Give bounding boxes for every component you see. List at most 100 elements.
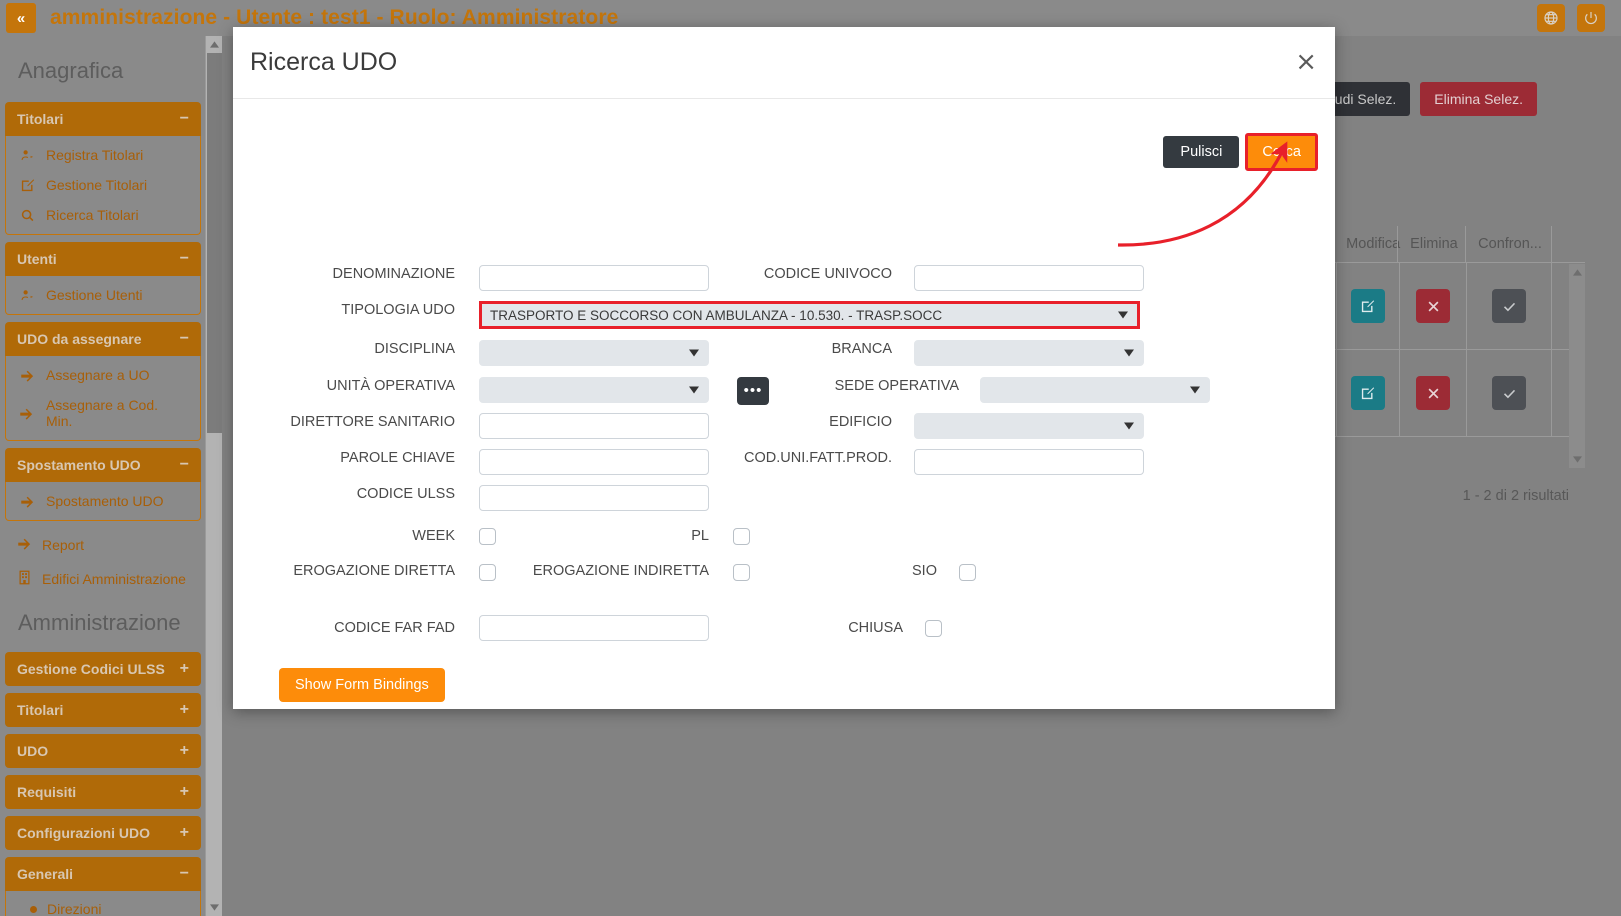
modal-top-buttons: Pulisci Cerca: [1163, 136, 1315, 168]
arrow-right-icon: [18, 494, 36, 509]
table-scrollbar[interactable]: [1569, 264, 1585, 468]
close-x-icon[interactable]: [1416, 376, 1450, 410]
edificio-select[interactable]: [914, 413, 1144, 439]
codice-far-fad-input[interactable]: [479, 615, 709, 641]
pl-checkbox[interactable]: [733, 528, 750, 545]
minus-icon: −: [180, 250, 189, 268]
scroll-up-icon[interactable]: [206, 36, 223, 53]
close-icon[interactable]: ×: [1295, 49, 1317, 75]
tipologia-udo-select[interactable]: TRASPORTO E SOCCORSO CON AMBULANZA - 10.…: [479, 301, 1140, 329]
sidebar-scrollbar-thumb[interactable]: [207, 53, 222, 433]
chevron-down-icon: [1124, 350, 1134, 357]
sidebar-item-assegnare-a-cod-min[interactable]: Assegnare a Cod. Min.: [6, 390, 200, 436]
sidebar-item-ricerca-titolari[interactable]: Ricerca Titolari: [6, 200, 200, 230]
sidebar-group-label: Spostamento UDO: [17, 457, 141, 473]
denominazione-label: DENOMINAZIONE: [280, 265, 455, 283]
sidebar-item-assegnare-a-uo[interactable]: Assegnare a UO: [6, 360, 200, 390]
sidebar-group-label: UDO: [17, 743, 48, 759]
arrow-right-icon: [18, 368, 36, 383]
sidebar-item-label: Edifici Amministrazione: [42, 571, 186, 587]
sidebar-group-utenti: Utenti − Gestione Utenti: [5, 242, 201, 315]
cerca-button[interactable]: Cerca: [1245, 133, 1318, 171]
sidebar-item-registra-titolari[interactable]: Registra Titolari: [6, 140, 200, 170]
sio-checkbox[interactable]: [959, 564, 976, 581]
parole-chiave-input[interactable]: [479, 449, 709, 475]
sidebar-group-label: Titolari: [17, 702, 63, 718]
cod-uni-fatt-prod-input[interactable]: [914, 449, 1144, 475]
show-form-bindings-button[interactable]: Show Form Bindings: [279, 668, 445, 702]
minus-icon: −: [180, 330, 189, 348]
sidebar-group-label: Configurazioni UDO: [17, 825, 150, 841]
scroll-down-icon[interactable]: [1569, 451, 1586, 468]
sidebar-item-gestione-titolari[interactable]: Gestione Titolari: [6, 170, 200, 200]
sidebar-group-titolari: Titolari − Registra Titolari Gestione Ti…: [5, 102, 201, 235]
sede-operativa-select[interactable]: [980, 377, 1210, 403]
table-header-modifica: Modifica: [1333, 226, 1397, 262]
codice-univoco-input[interactable]: [914, 265, 1144, 291]
sidebar-group-header-admin-titolari[interactable]: Titolari +: [5, 693, 201, 727]
table-cell-modifica: [1336, 350, 1399, 436]
scroll-down-icon[interactable]: [206, 899, 223, 916]
sidebar-item-report[interactable]: Report: [0, 528, 206, 562]
arrow-right-icon: [17, 536, 32, 554]
sidebar-group-admin-titolari: Titolari +: [5, 693, 201, 727]
unita-operativa-select[interactable]: [479, 377, 709, 403]
search-icon: [18, 208, 36, 223]
edit-square-icon[interactable]: [1351, 289, 1385, 323]
sidebar-group-header-generali[interactable]: Generali −: [5, 857, 201, 891]
sidebar-item-edifici-amministrazione[interactable]: Edifici Amministrazione: [0, 562, 206, 596]
sidebar-item-direzioni[interactable]: Direzioni: [6, 895, 200, 916]
edit-square-icon[interactable]: [1351, 376, 1385, 410]
sidebar-group-header-udo-da-assegnare[interactable]: UDO da assegnare −: [5, 322, 201, 356]
globe-icon[interactable]: [1537, 4, 1565, 32]
close-x-icon[interactable]: [1416, 289, 1450, 323]
disciplina-select[interactable]: [479, 340, 709, 366]
sidebar-group-header-titolari[interactable]: Titolari −: [5, 102, 201, 136]
sidebar-group-header-gestione-codici-ulss[interactable]: Gestione Codici ULSS +: [5, 652, 201, 686]
check-icon[interactable]: [1492, 376, 1526, 410]
modal-body: Pulisci Cerca DENOMINAZIONE CODICE UNIVO…: [233, 99, 1335, 709]
sidebar-item-label: Direzioni: [47, 901, 101, 916]
table-cell-confronta: [1466, 263, 1551, 349]
sidebar-item-spostamento-udo[interactable]: Spostamento UDO: [6, 486, 200, 516]
check-icon[interactable]: [1492, 289, 1526, 323]
sidebar-item-gestione-utenti[interactable]: Gestione Utenti: [6, 280, 200, 310]
sidebar-group-body-udo-da-assegnare: Assegnare a UO Assegnare a Cod. Min.: [5, 356, 201, 441]
chevron-down-icon: [1190, 387, 1200, 394]
chevron-down-icon: [689, 350, 699, 357]
denominazione-input[interactable]: [479, 265, 709, 291]
edificio-label: EDIFICIO: [742, 413, 892, 431]
sidebar-collapse-button[interactable]: «: [6, 3, 36, 33]
elimina-selez-button[interactable]: Elimina Selez.: [1420, 82, 1537, 116]
sidebar-group-spostamento-udo: Spostamento UDO − Spostamento UDO: [5, 448, 201, 521]
background-action-buttons: Chiudi Selez. Elimina Selez.: [1300, 82, 1537, 116]
ricerca-udo-modal: Ricerca UDO × Pulisci Cerca DENOMINAZION…: [233, 27, 1335, 709]
cod-uni-fatt-prod-label: COD.UNI.FATT.PROD.: [742, 449, 892, 467]
sidebar-group-body-spostamento-udo: Spostamento UDO: [5, 482, 201, 521]
sidebar-item-label: Report: [42, 537, 84, 553]
unita-operativa-picker-button[interactable]: •••: [737, 377, 769, 405]
sidebar-group-admin-udo: UDO +: [5, 734, 201, 768]
branca-select[interactable]: [914, 340, 1144, 366]
chiusa-checkbox[interactable]: [925, 620, 942, 637]
week-checkbox[interactable]: [479, 528, 496, 545]
parole-chiave-label: PAROLE CHIAVE: [280, 449, 455, 467]
sidebar-group-body-generali: Direzioni: [5, 891, 201, 916]
scroll-up-icon[interactable]: [1569, 264, 1586, 281]
sidebar-group-header-utenti[interactable]: Utenti −: [5, 242, 201, 276]
sidebar-scrollbar[interactable]: [205, 36, 222, 916]
direttore-sanitario-input[interactable]: [479, 413, 709, 439]
results-count: 1 - 2 di 2 risultati: [1463, 488, 1569, 504]
codice-ulss-input[interactable]: [479, 485, 709, 511]
sidebar-item-label: Registra Titolari: [46, 147, 143, 163]
sidebar-group-header-admin-udo[interactable]: UDO +: [5, 734, 201, 768]
chevron-down-icon: [1124, 423, 1134, 430]
sidebar-group-header-configurazioni-udo[interactable]: Configurazioni UDO +: [5, 816, 201, 850]
erogazione-indiretta-checkbox[interactable]: [733, 564, 750, 581]
sidebar-group-header-spostamento-udo[interactable]: Spostamento UDO −: [5, 448, 201, 482]
erogazione-diretta-checkbox[interactable]: [479, 564, 496, 581]
pulisci-button[interactable]: Pulisci: [1163, 136, 1239, 168]
sidebar-group-header-requisiti[interactable]: Requisiti +: [5, 775, 201, 809]
power-icon[interactable]: [1577, 4, 1605, 32]
erogazione-indiretta-label: EROGAZIONE INDIRETTA: [522, 562, 709, 580]
